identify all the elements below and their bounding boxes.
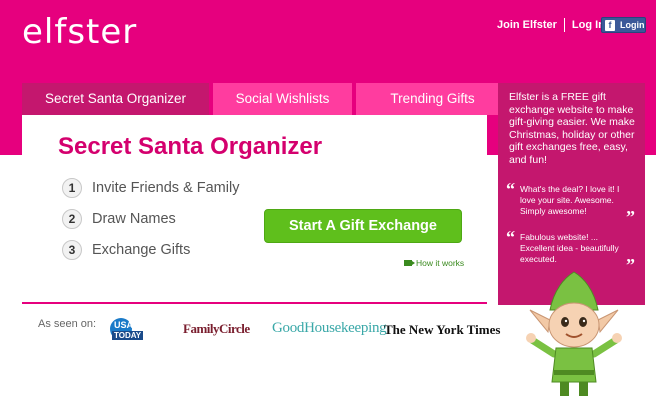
facebook-login-button[interactable]: f Login (601, 17, 646, 33)
facebook-login-label: Login (620, 20, 645, 30)
elf-mascot (526, 271, 622, 396)
step-number: 1 (62, 178, 82, 198)
elfster-logo[interactable]: elfster (22, 12, 137, 52)
testimonial-quote: Fabulous website! ... Excellent idea - b… (520, 232, 619, 264)
step-item: 3 Exchange Gifts (62, 240, 190, 260)
step-label: Exchange Gifts (92, 242, 191, 258)
good-housekeeping-logo: GoodHousekeeping (272, 320, 387, 336)
facebook-icon: f (605, 19, 615, 31)
page-title: Secret Santa Organizer (58, 133, 323, 160)
open-quote-icon: “ (506, 227, 515, 247)
start-gift-exchange-button[interactable]: Start A Gift Exchange (264, 209, 462, 243)
how-it-works-link[interactable]: How it works (404, 258, 464, 268)
tab-secret-santa[interactable]: Secret Santa Organizer (22, 83, 209, 115)
step-number: 3 (62, 240, 82, 260)
usa-today-top-text: USA (114, 320, 134, 330)
step-label: Invite Friends & Family (92, 180, 240, 196)
join-link[interactable]: Join Elfster (497, 19, 557, 31)
usa-today-logo: USA TODAY (110, 318, 150, 342)
usa-today-bottom-text: TODAY (112, 331, 144, 340)
tab-trending-gifts[interactable]: Trending Gifts (356, 83, 509, 115)
as-seen-on-label: As seen on: (38, 318, 97, 330)
open-quote-icon: “ (506, 179, 515, 199)
step-label: Draw Names (92, 211, 176, 227)
new-york-times-logo: The New York Times (384, 322, 501, 337)
sidebar-intro: Elfster is a FREE gift exchange website … (509, 91, 635, 166)
step-item: 2 Draw Names (62, 209, 176, 229)
how-it-works-label: How it works (416, 258, 465, 268)
close-quote-icon: ” (626, 255, 635, 275)
step-number: 2 (62, 209, 82, 229)
login-link[interactable]: Log In (572, 19, 605, 31)
panel-divider (22, 302, 487, 304)
testimonial-quote: What's the deal? I love it! I love your … (520, 184, 620, 216)
video-camera-icon (404, 260, 415, 266)
tab-social-wishlists[interactable]: Social Wishlists (213, 83, 352, 115)
top-links: Join Elfster Log In (497, 18, 605, 32)
step-item: 1 Invite Friends & Family (62, 178, 239, 198)
close-quote-icon: ” (626, 207, 635, 227)
link-divider (563, 18, 565, 32)
family-circle-logo: FamilyCircle (183, 321, 250, 336)
